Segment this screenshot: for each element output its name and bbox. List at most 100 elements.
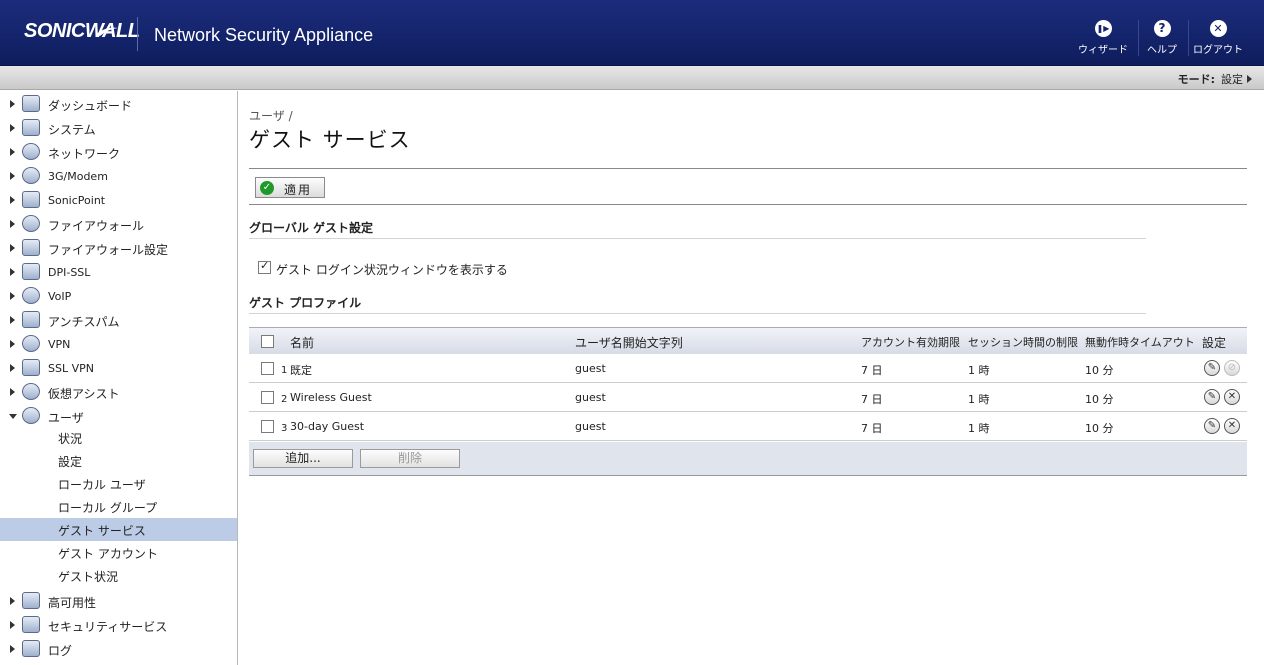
- toolbar: ✓ 適用: [249, 168, 1247, 205]
- expand-arrow-icon: [10, 244, 15, 252]
- logout-label: ログアウト: [1193, 45, 1243, 56]
- sidebar-item-label: ダッシュボード: [48, 99, 133, 113]
- profile-expiry: 7 日: [861, 364, 883, 377]
- ssl-vpn-icon: [22, 359, 40, 376]
- security-services-icon: [22, 616, 40, 633]
- sidebar-item-virtual-assist[interactable]: 仮想アシスト: [0, 381, 238, 403]
- sidebar-item-antispam[interactable]: アンチスパム: [0, 309, 238, 331]
- row-number: 2: [281, 394, 288, 405]
- breadcrumb[interactable]: ユーザ /: [249, 107, 293, 124]
- logo-swoosh-icon: [96, 27, 118, 36]
- sidebar-item-3g-modem[interactable]: 3G/Modem: [0, 165, 238, 187]
- profile-session-limit: 1 時: [968, 393, 990, 406]
- delete-icon[interactable]: ✕: [1224, 389, 1240, 405]
- sidebar-item-dpi-ssl[interactable]: DPI-SSL: [0, 261, 238, 283]
- sidebar-subitem-label: 設定: [58, 455, 83, 469]
- column-header-configure: 設定: [1202, 336, 1227, 350]
- sidebar-item-system[interactable]: システム: [0, 117, 238, 139]
- column-header-prefix[interactable]: ユーザ名開始文字列: [575, 334, 683, 351]
- wizard-label: ウィザード: [1078, 45, 1128, 56]
- row-checkbox[interactable]: [261, 420, 274, 433]
- sonicpoint-icon: [22, 191, 40, 208]
- delete-button[interactable]: 削除: [360, 449, 460, 468]
- sidebar-item-label: SonicPoint: [48, 194, 106, 207]
- sidebar-item-network[interactable]: ネットワーク: [0, 141, 238, 163]
- mode-arrow-icon: [1247, 75, 1252, 83]
- header-separator: [1188, 20, 1189, 56]
- sidebar-subitem-guest-status[interactable]: ゲスト状況: [0, 564, 237, 587]
- profile-session-limit: 1 時: [968, 422, 990, 435]
- expand-arrow-icon: [10, 196, 15, 204]
- sidebar-subitem-label: ローカル ユーザ: [58, 478, 146, 492]
- page-title: ゲスト サービス: [249, 128, 411, 152]
- sidebar-subitem-settings[interactable]: 設定: [0, 449, 237, 472]
- sidebar-item-firewall-settings[interactable]: ファイアウォール設定: [0, 237, 238, 259]
- expand-arrow-icon: [10, 645, 15, 653]
- table-header: 名前 ユーザ名開始文字列 アカウント有効期限 セッション時間の制限 無動作時タイ…: [249, 327, 1247, 354]
- vpn-icon: [22, 335, 40, 352]
- profile-idle-timeout: 10 分: [1085, 364, 1114, 377]
- expand-arrow-icon: [10, 148, 15, 156]
- apply-button[interactable]: ✓ 適用: [255, 177, 325, 198]
- sidebar-subitem-local-users[interactable]: ローカル ユーザ: [0, 472, 237, 495]
- expand-arrow-icon: [10, 316, 15, 324]
- logout-button[interactable]: ✕ ログアウト: [1192, 20, 1244, 56]
- help-button[interactable]: ? ヘルプ: [1136, 20, 1188, 56]
- profile-name: 30-day Guest: [290, 420, 365, 433]
- sidebar-item-high-availability[interactable]: 高可用性: [0, 590, 238, 612]
- profile-name: Wireless Guest: [290, 391, 372, 404]
- profile-prefix: guest: [575, 420, 606, 433]
- column-header-name[interactable]: 名前: [290, 334, 314, 351]
- sidebar-subitem-label: ローカル グループ: [58, 501, 158, 515]
- expand-arrow-icon: [10, 292, 15, 300]
- expand-arrow-icon: [10, 220, 15, 228]
- edit-pencil-icon[interactable]: ✎: [1204, 418, 1220, 434]
- sidebar-subitem-label: ゲスト アカウント: [58, 547, 158, 561]
- sidebar-subitem-status[interactable]: 状況: [0, 426, 237, 449]
- wizard-button[interactable]: ❚▶ ウィザード: [1077, 20, 1129, 56]
- row-number: 3: [281, 423, 288, 434]
- show-login-window-checkbox[interactable]: [258, 259, 271, 274]
- column-header-session-limit[interactable]: セッション時間の制限: [968, 334, 1078, 350]
- column-header-idle-timeout[interactable]: 無動作時タイムアウト: [1085, 334, 1195, 350]
- sidebar-item-label: DPI-SSL: [48, 266, 91, 279]
- sidebar-item-voip[interactable]: VoIP: [0, 285, 238, 307]
- main-content: ユーザ / ゲスト サービス ✓ 適用 グローバル ゲスト設定 ゲスト ログイン…: [239, 91, 1264, 665]
- sidebar-item-label: 高可用性: [48, 596, 97, 610]
- sidebar-item-label: SSL VPN: [48, 362, 94, 375]
- sidebar-item-label: 3G/Modem: [48, 170, 108, 183]
- app-header: SONICWALL Network Security Appliance ❚▶ …: [0, 0, 1264, 66]
- sidebar-item-sonicpoint[interactable]: SonicPoint: [0, 189, 238, 211]
- sidebar-item-label: ファイアウォール設定: [48, 243, 169, 257]
- sidebar-subitem-guest-accounts[interactable]: ゲスト アカウント: [0, 541, 237, 564]
- expand-arrow-icon: [10, 124, 15, 132]
- profile-name: 既定: [290, 364, 312, 377]
- select-all-checkbox[interactable]: [261, 335, 274, 348]
- sidebar-subitem-guest-services[interactable]: ゲスト サービス: [0, 518, 237, 541]
- sidebar-item-users[interactable]: ユーザ: [0, 405, 238, 427]
- sidebar-subitem-label: ゲスト状況: [58, 570, 119, 584]
- profile-expiry: 7 日: [861, 422, 883, 435]
- dpi-ssl-icon: [22, 263, 40, 280]
- mode-selector[interactable]: モード: 設定: [1178, 71, 1252, 87]
- sidebar-item-vpn[interactable]: VPN: [0, 333, 238, 355]
- sidebar-item-ssl-vpn[interactable]: SSL VPN: [0, 357, 238, 379]
- sidebar-subitem-local-groups[interactable]: ローカル グループ: [0, 495, 237, 518]
- sidebar-item-firewall[interactable]: ファイアウォール: [0, 213, 238, 235]
- sidebar-item-security-services[interactable]: セキュリティサービス: [0, 614, 238, 636]
- row-checkbox[interactable]: [261, 391, 274, 404]
- edit-pencil-icon[interactable]: ✎: [1204, 389, 1220, 405]
- sidebar-item-log[interactable]: ログ: [0, 638, 238, 660]
- edit-pencil-icon[interactable]: ✎: [1204, 360, 1220, 376]
- add-button[interactable]: 追加...: [253, 449, 353, 468]
- help-icon: ?: [1153, 20, 1171, 37]
- row-checkbox[interactable]: [261, 362, 274, 375]
- delete-disabled-icon: ⊘: [1224, 360, 1240, 376]
- dashboard-icon: [22, 95, 40, 112]
- table-row: 3 30-day Guest guest 7 日 1 時 10 分 ✎ ✕: [249, 412, 1247, 441]
- sidebar-item-label: VPN: [48, 338, 71, 351]
- delete-icon[interactable]: ✕: [1224, 418, 1240, 434]
- column-header-expiry[interactable]: アカウント有効期限: [861, 334, 960, 350]
- sidebar-item-dashboard[interactable]: ダッシュボード: [0, 93, 238, 115]
- collapse-arrow-icon: [9, 414, 17, 419]
